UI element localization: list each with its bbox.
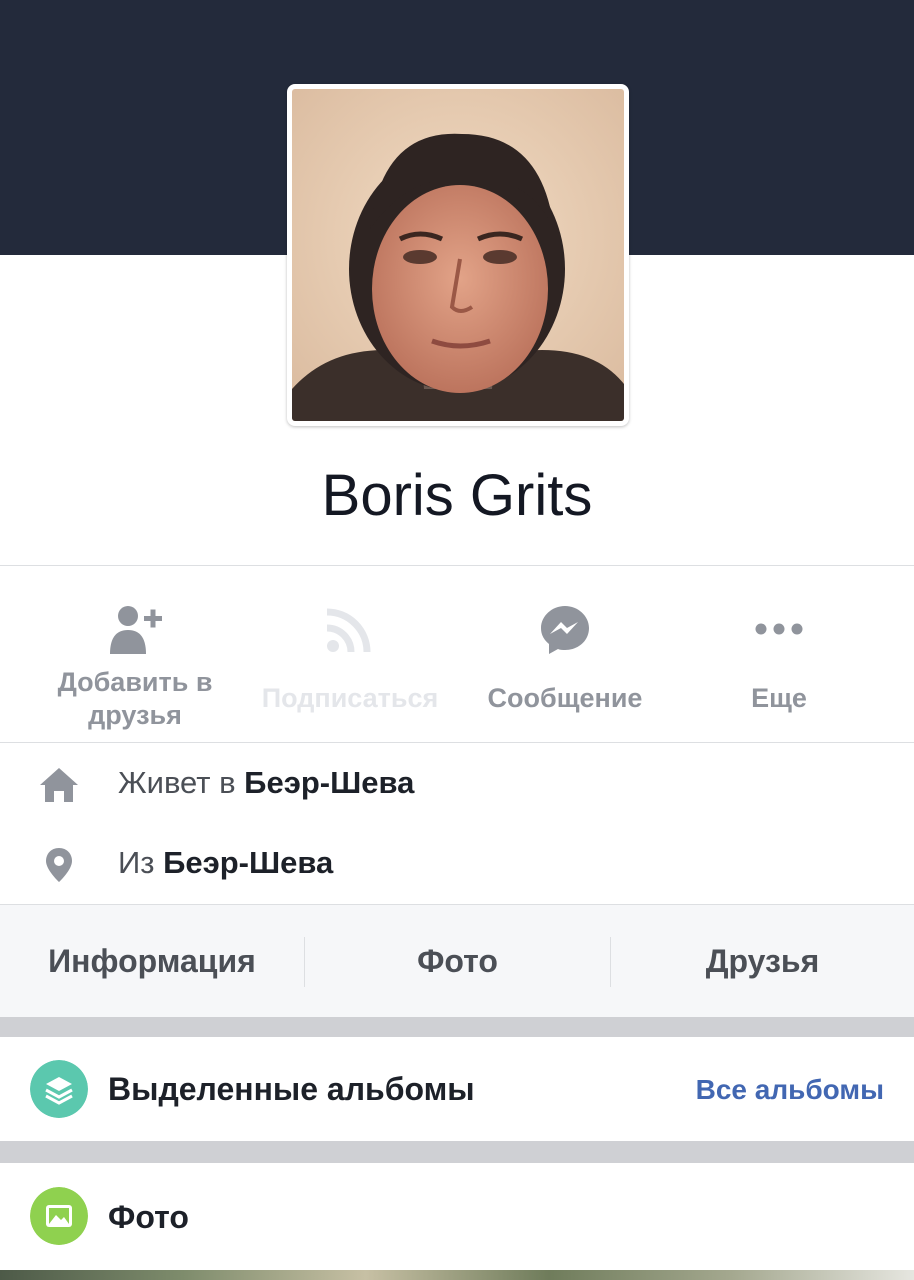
home-icon (40, 768, 78, 802)
albums-stack-icon (30, 1060, 88, 1118)
hometown-text: Из Беэр-Шева (118, 845, 334, 880)
more-label: Еще (751, 683, 807, 713)
follow-button[interactable]: Подписаться (236, 566, 464, 742)
location-pin-icon (46, 848, 72, 882)
more-button[interactable]: Еще (665, 566, 893, 742)
photo-icon (30, 1187, 88, 1245)
lives-in-row[interactable]: Живет в Беэр-Шева (0, 743, 914, 823)
add-friend-label: Добавить в друзья (57, 667, 213, 730)
profile-picture[interactable] (287, 84, 629, 426)
more-dots-icon (755, 623, 803, 635)
section-separator (0, 1141, 914, 1163)
lives-in-text: Живет в Беэр-Шева (118, 765, 415, 800)
photo-thumbnails-row[interactable] (0, 1270, 914, 1280)
all-albums-link[interactable]: Все альбомы (696, 1074, 884, 1106)
profile-actions: Добавить в друзья Подписаться Сообщение … (0, 566, 914, 742)
rss-follow-icon (326, 608, 371, 653)
lives-in-city-link[interactable]: Беэр-Шева (244, 765, 414, 800)
hometown-row[interactable]: Из Беэр-Шева (0, 823, 914, 903)
message-label: Сообщение (487, 683, 643, 713)
profile-name: Boris Grits (321, 463, 593, 528)
featured-albums-section: Выделенные альбомы Все альбомы (0, 1037, 914, 1141)
profile-tabs: Информация Фото Друзья (0, 905, 914, 1017)
tab-friends[interactable]: Друзья (611, 905, 914, 1017)
featured-albums-title: Выделенные альбомы (108, 1071, 475, 1107)
hometown-city-link[interactable]: Беэр-Шева (163, 845, 333, 880)
messenger-icon (541, 606, 589, 654)
section-separator (0, 1017, 914, 1037)
profile-photo-image (292, 89, 624, 421)
photos-title: Фото (108, 1199, 189, 1235)
add-friend-icon (110, 606, 162, 654)
follow-label: Подписаться (261, 683, 439, 713)
tab-information[interactable]: Информация (0, 905, 304, 1017)
add-friend-button[interactable]: Добавить в друзья (21, 566, 249, 742)
photos-section: Фото (0, 1163, 914, 1270)
tab-photos[interactable]: Фото (305, 905, 610, 1017)
message-button[interactable]: Сообщение (451, 566, 679, 742)
